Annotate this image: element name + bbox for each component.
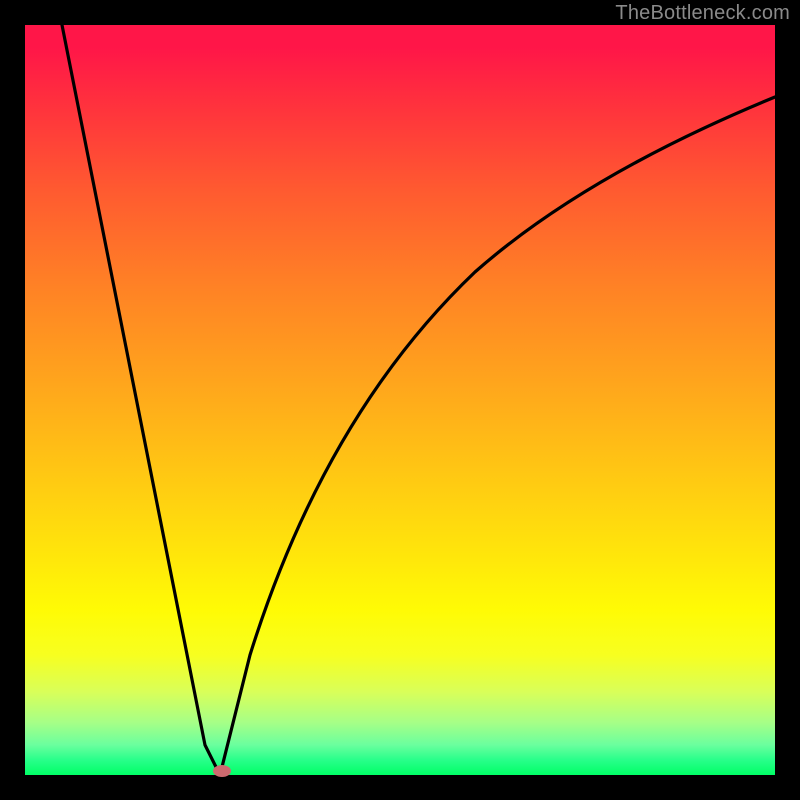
bottleneck-curve (25, 25, 775, 775)
watermark-text: TheBottleneck.com (615, 2, 790, 25)
plot-area (25, 25, 775, 775)
chart-frame: TheBottleneck.com (0, 0, 800, 800)
minimum-marker (213, 765, 231, 777)
curve-path (62, 25, 775, 775)
